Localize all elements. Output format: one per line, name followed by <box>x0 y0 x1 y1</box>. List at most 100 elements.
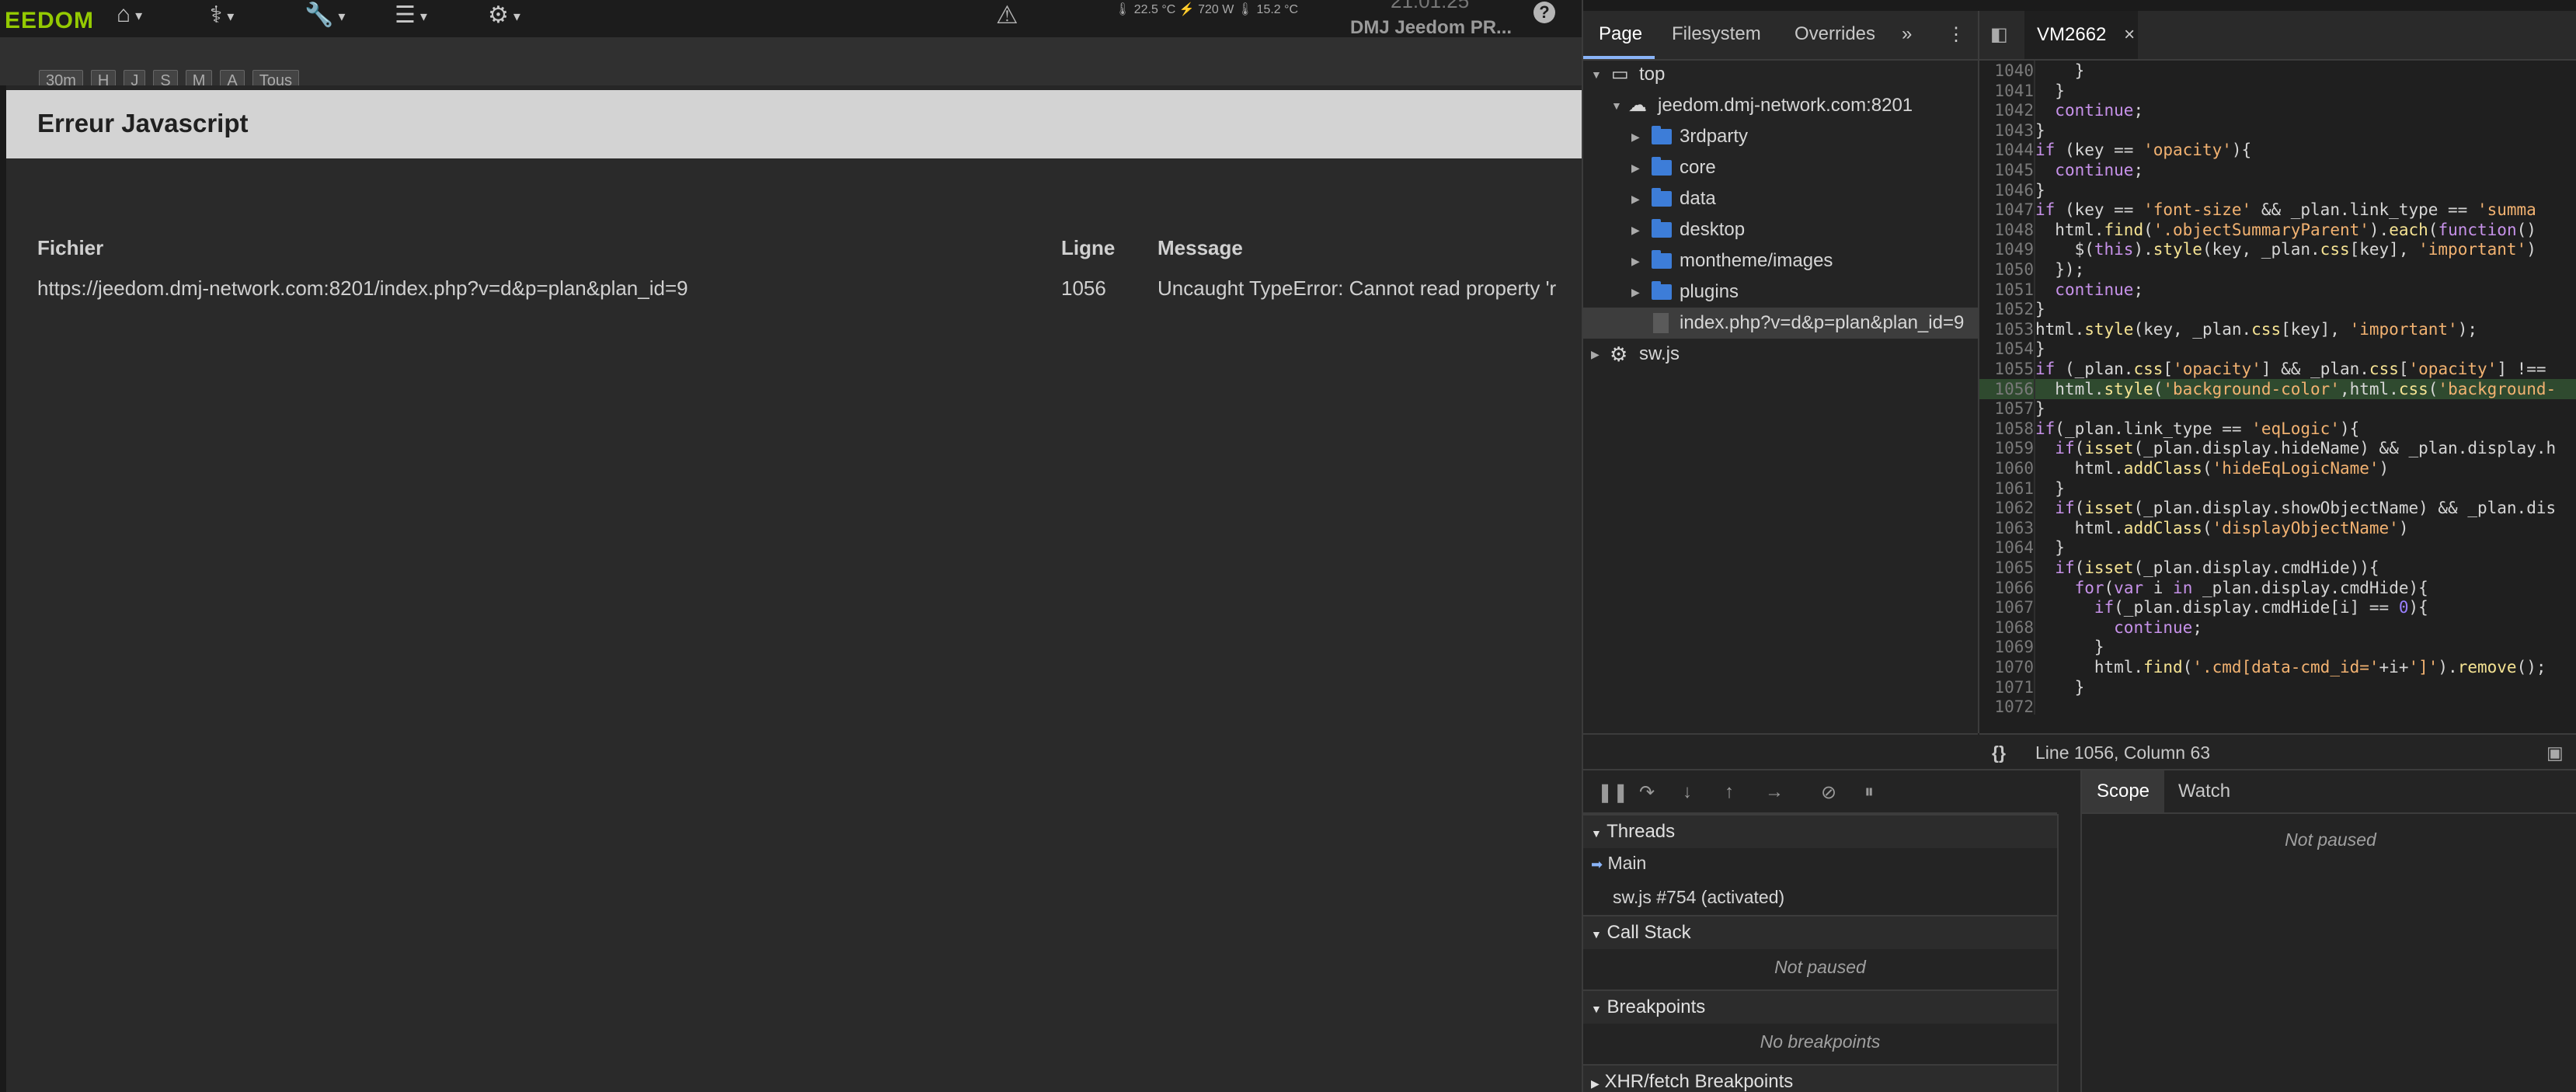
warning-icon[interactable]: ⚠ <box>996 0 1018 30</box>
code-line[interactable]: 1050 }); <box>1979 259 2576 280</box>
code-line[interactable]: 1071 } <box>1979 677 2576 697</box>
thread-sw[interactable]: sw.js #754 (activated) <box>1583 881 2057 913</box>
code-line[interactable]: 1054} <box>1979 339 2576 359</box>
line-number[interactable]: 1062 <box>1979 498 2034 518</box>
code-line[interactable]: 1067 if(_plan.display.cmdHide[i] == 0){ <box>1979 597 2576 617</box>
tree-item-folder[interactable]: ▶ montheme/images <box>1583 245 1978 276</box>
code-line[interactable]: 1059 if(isset(_plan.display.hideName) &&… <box>1979 438 2576 458</box>
line-number[interactable]: 1042 <box>1979 100 2034 120</box>
step-into-icon[interactable]: ↓ <box>1683 781 1692 803</box>
code-line[interactable]: 1052} <box>1979 299 2576 319</box>
code-line[interactable]: 1066 for(var i in _plan.display.cmdHide)… <box>1979 578 2576 598</box>
analysis-menu[interactable]: ⚕ ▾ <box>210 2 234 29</box>
line-number[interactable]: 1053 <box>1979 319 2034 339</box>
tree-item-service-worker[interactable]: ▶ ⚙ sw.js <box>1583 339 1978 370</box>
tree-item-top[interactable]: ▼ ▭ top <box>1583 59 1978 90</box>
line-number[interactable]: 1041 <box>1979 81 2034 101</box>
line-number[interactable]: 1048 <box>1979 220 2034 240</box>
line-number[interactable]: 1046 <box>1979 180 2034 200</box>
code-line[interactable]: 1046} <box>1979 180 2576 200</box>
threads-section-header[interactable]: ▼ Threads <box>1583 814 2057 848</box>
line-number[interactable]: 1071 <box>1979 677 2034 697</box>
line-number[interactable]: 1068 <box>1979 617 2034 638</box>
tree-item-file-selected[interactable]: index.php?v=d&p=plan&plan_id=9 <box>1583 308 1978 339</box>
home-menu[interactable]: ⌂ ▾ <box>117 2 142 28</box>
code-line[interactable]: 1045 continue; <box>1979 160 2576 180</box>
help-icon[interactable]: ? <box>1533 2 1555 23</box>
tree-item-folder[interactable]: ▶ data <box>1583 183 1978 214</box>
line-number[interactable]: 1049 <box>1979 239 2034 259</box>
code-line[interactable]: 1069 } <box>1979 637 2576 657</box>
pause-on-exceptions-icon[interactable]: ⏸ <box>1864 781 1874 803</box>
code-line[interactable]: 1049 $(this).style(key, _plan.css[key], … <box>1979 239 2576 259</box>
code-line[interactable]: 1060 html.addClass('hideEqLogicName') <box>1979 458 2576 478</box>
line-number[interactable]: 1051 <box>1979 280 2034 300</box>
plugins-menu[interactable]: ☰ ▾ <box>395 2 427 29</box>
breakpoints-section-header[interactable]: ▼ Breakpoints <box>1583 989 2057 1024</box>
line-number[interactable]: 1065 <box>1979 558 2034 578</box>
line-number[interactable]: 1066 <box>1979 578 2034 598</box>
code-line[interactable]: 1065 if(isset(_plan.display.cmdHide)){ <box>1979 558 2576 578</box>
code-line[interactable]: 1051 continue; <box>1979 280 2576 300</box>
tree-item-domain[interactable]: ▼ ☁ jeedom.dmj-network.com:8201 <box>1583 90 1978 121</box>
line-number[interactable]: 1058 <box>1979 419 2034 439</box>
pause-icon[interactable]: ❚❚ <box>1597 781 1628 804</box>
more-tabs-icon[interactable]: » <box>1902 23 1912 45</box>
tree-item-folder[interactable]: ▶ core <box>1583 152 1978 183</box>
code-line[interactable]: 1061 } <box>1979 478 2576 499</box>
line-number[interactable]: 1047 <box>1979 200 2034 220</box>
line-number[interactable]: 1069 <box>1979 637 2034 657</box>
pretty-print-button[interactable]: {} <box>1992 735 2006 770</box>
line-number[interactable]: 1067 <box>1979 597 2034 617</box>
tree-item-folder[interactable]: ▶ desktop <box>1583 214 1978 245</box>
code-line[interactable]: 1057} <box>1979 398 2576 419</box>
close-icon[interactable]: × <box>2124 24 2135 45</box>
code-editor[interactable]: 1040 } 1041 } 1042 continue; 1043} 1044 if (k… <box>1979 61 2576 715</box>
code-line[interactable]: 1058 if(_plan.link_type == 'eqLogic'){ <box>1979 419 2576 439</box>
line-number[interactable]: 1056 <box>1979 379 2034 399</box>
jeedom-logo[interactable]: EEDOM <box>5 8 94 34</box>
line-number[interactable]: 1043 <box>1979 120 2034 141</box>
tools-menu[interactable]: 🔧 ▾ <box>305 2 345 29</box>
line-number[interactable]: 1054 <box>1979 339 2034 359</box>
step-out-icon[interactable]: ↑ <box>1725 781 1734 803</box>
tab-overrides[interactable]: Overrides <box>1794 23 1875 45</box>
code-line[interactable]: 1056 html.style('background-color',html.… <box>1979 378 2576 399</box>
code-line[interactable]: 1063 html.addClass('displayObjectName') <box>1979 518 2576 538</box>
code-line[interactable]: 1042 continue; <box>1979 100 2576 120</box>
code-line[interactable]: 1068 continue; <box>1979 617 2576 638</box>
step-icon[interactable]: → <box>1765 781 1784 803</box>
code-line[interactable]: 1070 html.find('.cmd[data-cmd_id='+i+']'… <box>1979 657 2576 677</box>
coverage-icon[interactable]: ▣ <box>2546 735 2564 770</box>
toggle-navigator-icon[interactable]: ◧ <box>1990 23 2008 46</box>
tab-page[interactable]: Page <box>1599 23 1642 45</box>
line-number[interactable]: 1072 <box>1979 697 2034 715</box>
line-number[interactable]: 1040 <box>1979 61 2034 81</box>
line-number[interactable]: 1064 <box>1979 537 2034 558</box>
line-number[interactable]: 1050 <box>1979 259 2034 280</box>
tree-item-folder[interactable]: ▶ 3rdparty <box>1583 121 1978 152</box>
line-number[interactable]: 1060 <box>1979 458 2034 478</box>
code-line[interactable]: 1044 if (key == 'opacity'){ <box>1979 140 2576 160</box>
code-line[interactable]: 1041 } <box>1979 81 2576 101</box>
xhr-breakpoints-section-header[interactable]: ▶ XHR/fetch Breakpoints <box>1583 1064 2057 1092</box>
tab-filesystem[interactable]: Filesystem <box>1672 23 1761 45</box>
tab-watch[interactable]: Watch <box>2178 770 2230 812</box>
line-number[interactable]: 1070 <box>1979 657 2034 677</box>
code-line[interactable]: 1043} <box>1979 120 2576 141</box>
thread-main[interactable]: ➡ Main <box>1583 847 2057 879</box>
code-line[interactable]: 1040 } <box>1979 61 2576 81</box>
kebab-menu-icon[interactable]: ⋮ <box>1947 23 1965 46</box>
step-over-icon[interactable]: ↷ <box>1639 781 1655 804</box>
line-number[interactable]: 1052 <box>1979 299 2034 319</box>
code-line[interactable]: 1048 html.find('.objectSummaryParent').e… <box>1979 220 2576 240</box>
line-number[interactable]: 1057 <box>1979 398 2034 419</box>
line-number[interactable]: 1063 <box>1979 518 2034 538</box>
code-line[interactable]: 1047 if (key == 'font-size' && _plan.link… <box>1979 200 2576 220</box>
line-number[interactable]: 1045 <box>1979 160 2034 180</box>
call-stack-section-header[interactable]: ▼ Call Stack <box>1583 915 2057 949</box>
line-number[interactable]: 1059 <box>1979 438 2034 458</box>
code-line[interactable]: 1055 if (_plan.css['opacity'] && _plan.cs… <box>1979 359 2576 379</box>
line-number[interactable]: 1055 <box>1979 359 2034 379</box>
tree-item-folder[interactable]: ▶ plugins <box>1583 276 1978 308</box>
